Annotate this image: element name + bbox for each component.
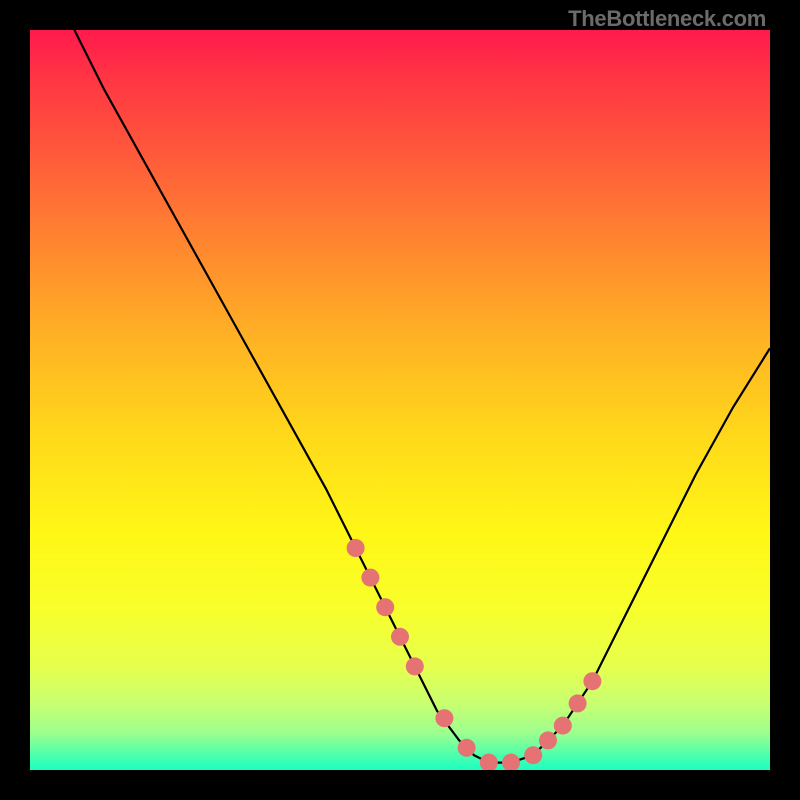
- marker-point: [539, 731, 557, 749]
- highlight-markers: [30, 30, 770, 770]
- marker-point: [347, 539, 365, 557]
- marker-point: [376, 598, 394, 616]
- marker-point: [583, 672, 601, 690]
- marker-point: [569, 694, 587, 712]
- watermark: TheBottleneck.com: [568, 6, 766, 32]
- plot-area: [30, 30, 770, 770]
- marker-point: [361, 569, 379, 587]
- marker-point: [524, 746, 542, 764]
- marker-point: [435, 709, 453, 727]
- marker-point: [480, 754, 498, 770]
- marker-point: [406, 657, 424, 675]
- marker-point: [391, 628, 409, 646]
- chart-frame: [30, 30, 770, 770]
- marker-point: [554, 717, 572, 735]
- marker-point: [458, 739, 476, 757]
- marker-point: [502, 754, 520, 770]
